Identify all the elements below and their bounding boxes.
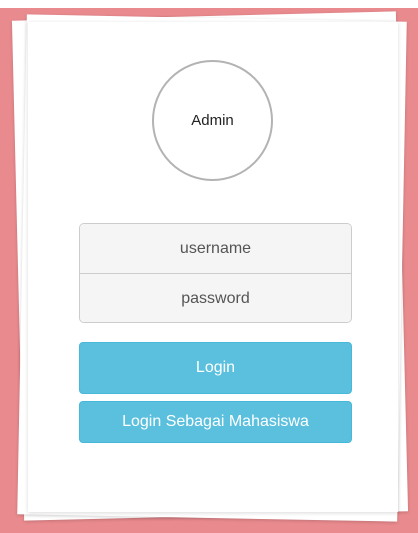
avatar: Admin [152,60,273,181]
username-input[interactable] [80,224,351,273]
login-button[interactable]: Login [79,342,352,394]
login-as-student-button[interactable]: Login Sebagai Mahasiswa [79,401,352,443]
login-input-group [79,223,352,323]
login-card: Admin Login Login Sebagai Mahasiswa [28,22,398,512]
password-input[interactable] [80,274,351,322]
avatar-label: Admin [191,112,234,129]
